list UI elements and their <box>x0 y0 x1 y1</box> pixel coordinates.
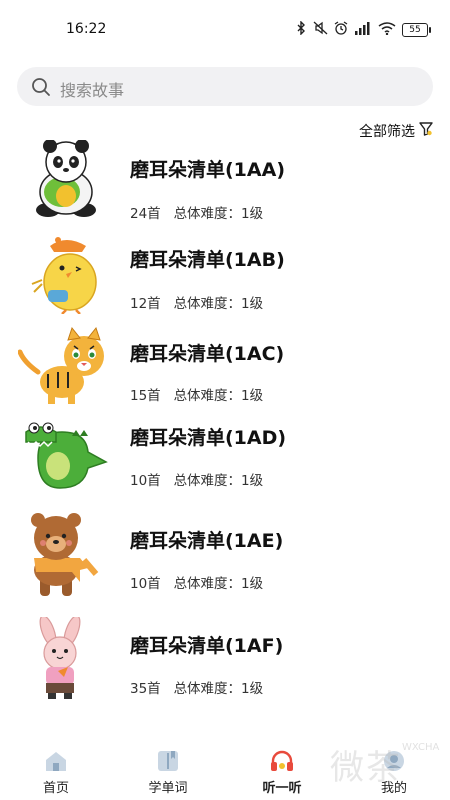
crocodile-illustration <box>18 418 110 498</box>
bluetooth-icon <box>296 20 306 39</box>
story-count: 10首 <box>130 473 161 489</box>
status-bar: 16:22 55 <box>0 0 450 56</box>
watermark-text: 微茶 <box>330 748 402 788</box>
battery-indicator: 55 <box>402 22 431 37</box>
story-title: 磨耳朵清单(1AE) <box>130 530 284 552</box>
story-difficulty: 总体难度：1级 <box>173 681 264 697</box>
status-icons: 55 <box>296 20 431 39</box>
story-item[interactable]: 磨耳朵清单(1AA) 24首 总体难度：1级 <box>0 139 450 230</box>
story-meta: 10首 总体难度：1级 <box>130 572 263 592</box>
bear-illustration <box>18 512 110 596</box>
chick-illustration <box>18 234 110 315</box>
story-meta: 24首 总体难度：1级 <box>130 202 263 222</box>
story-title: 磨耳朵清单(1AA) <box>130 159 285 181</box>
story-count: 15首 <box>130 388 161 404</box>
filter-button[interactable]: 全部筛选 <box>359 121 433 141</box>
search-bar[interactable]: 搜索故事 <box>17 67 433 106</box>
tab-learn-words[interactable]: 学单词 <box>128 738 208 800</box>
search-input[interactable]: 搜索故事 <box>60 77 124 101</box>
filter-label: 全部筛选 <box>359 124 415 140</box>
wifi-icon <box>378 20 396 39</box>
panda-illustration <box>18 139 110 220</box>
story-count: 12首 <box>130 296 161 312</box>
story-meta: 35首 总体难度：1级 <box>130 677 263 697</box>
story-count: 24首 <box>130 206 161 222</box>
story-title: 磨耳朵清单(1AB) <box>130 249 285 271</box>
story-count: 10首 <box>130 576 161 592</box>
watermark: 微茶 WXCHA <box>280 740 440 795</box>
story-difficulty: 总体难度：1级 <box>173 388 264 404</box>
mute-icon <box>312 20 328 39</box>
story-difficulty: 总体难度：1级 <box>173 576 264 592</box>
signal-icon <box>354 20 372 39</box>
watermark-small-text: WXCHA <box>402 742 440 753</box>
story-meta: 15首 总体难度：1级 <box>130 384 263 404</box>
story-title: 磨耳朵清单(1AF) <box>130 635 284 657</box>
tab-label: 学单词 <box>148 781 188 796</box>
story-item[interactable]: 磨耳朵清单(1AC) 15首 总体难度：1级 <box>0 324 450 414</box>
tab-label: 首页 <box>42 781 69 796</box>
story-item[interactable]: 磨耳朵清单(1AF) 35首 总体难度：1级 <box>0 615 450 705</box>
status-time: 16:22 <box>66 21 107 37</box>
story-title: 磨耳朵清单(1AC) <box>130 343 285 365</box>
rabbit-illustration <box>18 615 110 699</box>
story-item[interactable]: 磨耳朵清单(1AD) 10首 总体难度：1级 <box>0 414 450 504</box>
story-meta: 12首 总体难度：1级 <box>130 292 263 312</box>
story-difficulty: 总体难度：1级 <box>173 206 264 222</box>
story-title: 磨耳朵清单(1AD) <box>130 427 287 449</box>
story-difficulty: 总体难度：1级 <box>173 296 264 312</box>
tab-home[interactable]: 首页 <box>16 738 96 800</box>
story-meta: 10首 总体难度：1级 <box>130 469 263 489</box>
alarm-icon <box>334 20 348 39</box>
tiger-illustration <box>17 326 110 406</box>
story-difficulty: 总体难度：1级 <box>173 473 264 489</box>
story-count: 35首 <box>130 681 161 697</box>
funnel-icon <box>419 122 433 140</box>
story-item[interactable]: 磨耳朵清单(1AE) 10首 总体难度：1级 <box>0 510 450 600</box>
story-item[interactable]: 磨耳朵清单(1AB) 12首 总体难度：1级 <box>0 232 450 322</box>
